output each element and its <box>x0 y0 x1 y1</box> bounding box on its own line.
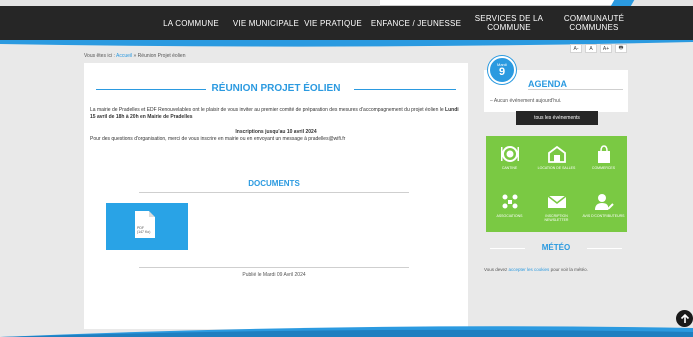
arrow-up-icon <box>680 313 689 323</box>
nav-item-communaute[interactable]: COMMUNAUTÉ COMMUNES <box>556 6 632 40</box>
quick-link-label: AVIS D'CONTRIBUTEURS <box>582 214 625 218</box>
quick-link-salles[interactable]: LOCATION DE SALLES <box>533 136 580 184</box>
quick-links-grid: CANTINE LOCATION DE SALLES COMMERCES ASS… <box>486 136 627 232</box>
intro-text: La mairie de Pradelles et EDF Renouvelab… <box>90 107 446 113</box>
nav-item-la-commune[interactable]: LA COMMUNE <box>152 6 230 40</box>
agenda-day: 9 <box>498 66 506 78</box>
user-pen-icon <box>594 194 614 210</box>
font-increase-button[interactable]: A+ <box>600 44 612 53</box>
quick-link-associations[interactable]: ASSOCIATIONS <box>486 184 533 232</box>
agenda-empty-label: Aucun événement aujourd'hui. <box>493 98 562 104</box>
quick-link-label: INSCRIPTION NEWSLETTER <box>544 214 569 222</box>
breadcrumb-home-link[interactable]: Accueil <box>116 53 132 59</box>
font-decrease-button[interactable]: A- <box>570 44 582 53</box>
quick-link-label: ASSOCIATIONS <box>496 214 523 218</box>
quick-link-contributeurs[interactable]: AVIS D'CONTRIBUTEURS <box>580 184 627 232</box>
meteo-text-prefix: Vous devez <box>484 267 509 272</box>
footer-curve-decoration <box>0 326 693 337</box>
registration-deadline: Inscriptions jusqu'au 10 avril 2024 <box>235 129 317 135</box>
quick-link-label: COMMERCES <box>591 166 616 170</box>
published-divider <box>139 267 409 268</box>
document-download-tile[interactable]: PDF (147 Ko) <box>106 203 188 250</box>
questions-text: Pour des questions d'organisation, merci… <box>90 136 346 142</box>
page-title: RÉUNION PROJET ÉOLIEN <box>211 83 341 94</box>
print-icon[interactable]: 🖶 <box>615 44 627 53</box>
agenda-divider <box>528 89 623 90</box>
nav-item-enfance-jeunesse[interactable]: ENFANCE / JEUNESSE <box>366 6 466 40</box>
quick-link-newsletter[interactable]: INSCRIPTION NEWSLETTER <box>533 184 580 232</box>
shopping-bag-icon <box>597 145 610 163</box>
article-panel: RÉUNION PROJET ÉOLIEN La mairie de Prade… <box>84 63 468 329</box>
quick-link-commerces[interactable]: COMMERCES <box>580 136 627 184</box>
meteo-title: MÉTÉO <box>541 243 571 252</box>
quick-link-label: CANTINE <box>501 166 518 170</box>
documents-title: DOCUMENTS <box>248 179 300 188</box>
nav-item-vie-pratique[interactable]: VIE PRATIQUE <box>302 6 364 40</box>
quick-link-cantine[interactable]: CANTINE <box>486 136 533 184</box>
breadcrumb: Vous êtes ici : Accueil » Réunion Projet… <box>84 53 185 59</box>
all-events-button[interactable]: tous les événements <box>516 111 598 125</box>
accept-cookies-link[interactable]: accepter les cookies <box>509 267 550 272</box>
file-icon: PDF (147 Ko) <box>135 211 155 238</box>
document-label: PDF (147 Ko) <box>137 226 151 234</box>
font-reset-button[interactable]: A <box>585 44 597 53</box>
accessibility-tools: A- A A+ 🖶 <box>570 44 627 53</box>
agenda-date-badge: Mardi 9 <box>488 56 516 84</box>
nav-item-services[interactable]: SERVICES DE LA COMMUNE <box>474 6 544 40</box>
scroll-to-top-button[interactable] <box>676 310 693 327</box>
quick-link-label: LOCATION DE SALLES <box>537 166 576 170</box>
plate-icon <box>500 146 519 162</box>
envelope-icon <box>547 195 566 208</box>
published-date: Publié le Mardi 09 Avril 2024 <box>242 272 306 278</box>
building-icon <box>547 145 566 163</box>
meteo-text-suffix: pour voir la météo. <box>549 267 588 272</box>
article-intro: La mairie de Pradelles et EDF Renouvelab… <box>90 107 462 121</box>
associations-icon <box>502 194 517 209</box>
article-title-row: RÉUNION PROJET ÉOLIEN <box>96 83 456 95</box>
main-nav: LA COMMUNE VIE MUNICIPALE VIE PRATIQUE E… <box>0 6 693 40</box>
agenda-title: AGENDA <box>528 79 568 89</box>
meteo-text: Vous devez accepter les cookies pour voi… <box>484 267 588 272</box>
file-fold <box>149 211 155 217</box>
breadcrumb-current: Réunion Projet éolien <box>137 53 186 59</box>
documents-divider <box>139 192 409 193</box>
nav-item-vie-municipale[interactable]: VIE MUNICIPALE <box>232 6 300 40</box>
agenda-empty-text: – Aucun événement aujourd'hui. <box>490 98 562 104</box>
breadcrumb-prefix: Vous êtes ici : <box>84 53 115 59</box>
breadcrumb-separator: » <box>133 53 137 59</box>
